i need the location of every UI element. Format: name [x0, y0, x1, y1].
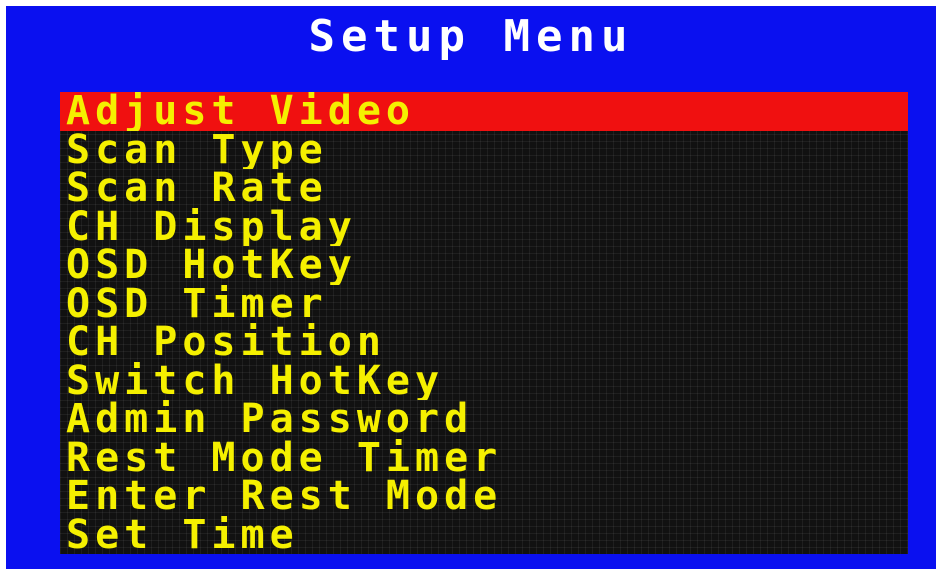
- menu-item-scan-type[interactable]: Scan Type: [60, 131, 908, 170]
- menu-item-scan-rate[interactable]: Scan Rate: [60, 169, 908, 208]
- menu-item-admin-password[interactable]: Admin Password: [60, 400, 908, 439]
- menu-item-ch-position[interactable]: CH Position: [60, 323, 908, 362]
- menu-item-rest-mode-timer[interactable]: Rest Mode Timer: [60, 439, 908, 478]
- menu-item-set-time[interactable]: Set Time: [60, 516, 908, 555]
- menu-title: Setup Menu: [308, 11, 634, 62]
- menu-item-ch-display[interactable]: CH Display: [60, 208, 908, 247]
- menu-panel: Adjust Video Scan Type Scan Rate CH Disp…: [60, 92, 908, 554]
- menu-item-osd-hotkey[interactable]: OSD HotKey: [60, 246, 908, 285]
- menu-item-osd-timer[interactable]: OSD Timer: [60, 285, 908, 324]
- menu-item-adjust-video[interactable]: Adjust Video: [60, 92, 908, 131]
- menu-item-enter-rest-mode[interactable]: Enter Rest Mode: [60, 477, 908, 516]
- setup-menu-window: Setup Menu Adjust Video Scan Type Scan R…: [6, 6, 936, 569]
- menu-item-switch-hotkey[interactable]: Switch HotKey: [60, 362, 908, 401]
- menu-list: Adjust Video Scan Type Scan Rate CH Disp…: [60, 92, 908, 554]
